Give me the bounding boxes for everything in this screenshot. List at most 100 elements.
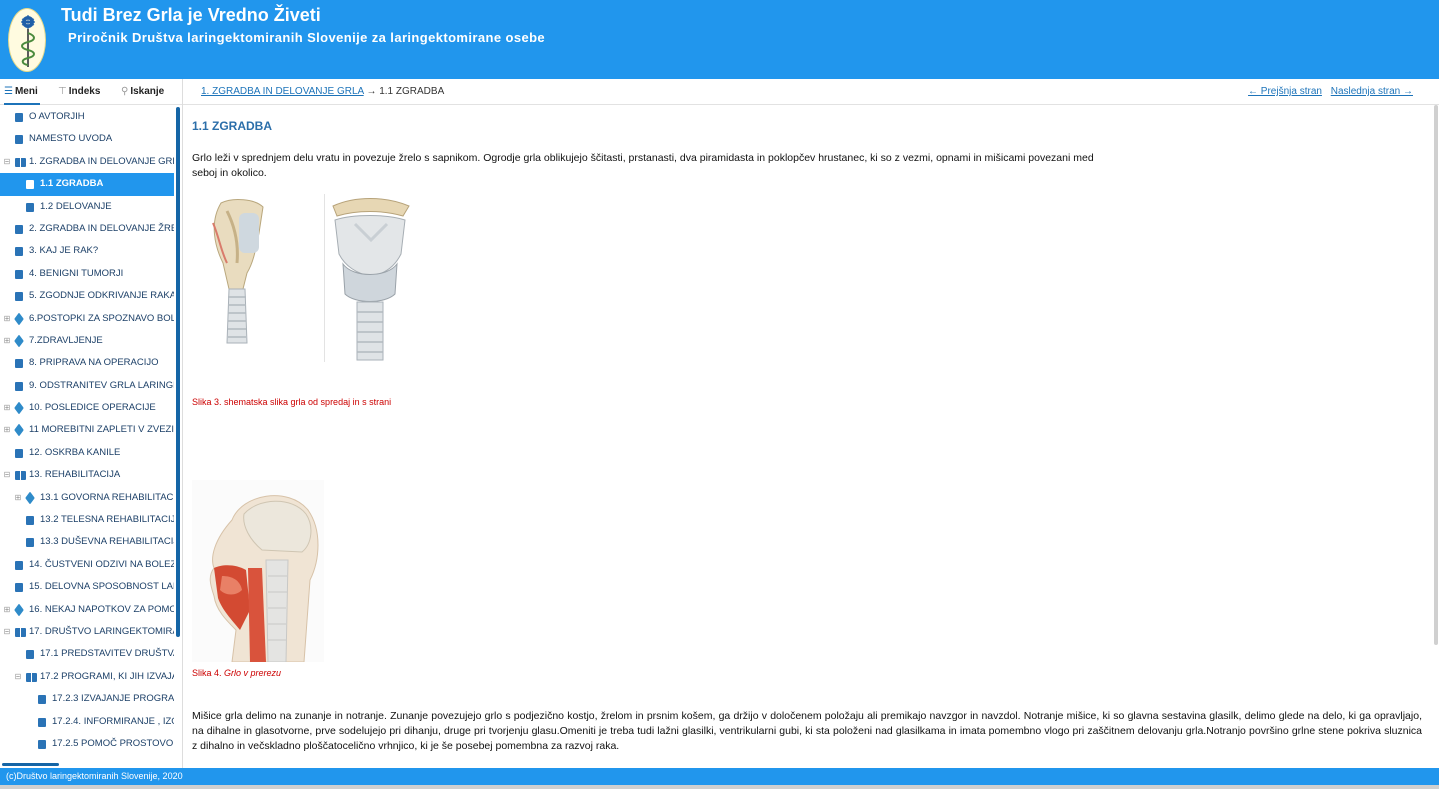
- nav-item[interactable]: ⊞ 11 MOREBITNI ZAPLETI V ZVEZI: [0, 419, 174, 441]
- nav-item[interactable]: 17.2.4. INFORMIRANJE , IZOBRAŽEVANJE: [0, 711, 174, 733]
- nav-item-label: 1. ZGRADBA IN DELOVANJE GRLA: [29, 155, 174, 167]
- nav-item[interactable]: 17.2.3 IZVAJANJE PROGRAMA: [0, 688, 174, 710]
- closed-book-icon: [14, 312, 24, 325]
- page-icon: [15, 448, 23, 458]
- sidebar-tabs: ☰ Meni ⊤ Indeks ⚲ Iskanje: [0, 79, 183, 105]
- intro-paragraph: Grlo leži v sprednjem delu vratu in pove…: [192, 152, 1094, 179]
- content-pane: 1.1 ZGRADBA Grlo leži v sprednjem delu v…: [183, 105, 1439, 768]
- nav-item[interactable]: 17.1 PREDSTAVITEV DRUŠTVA: [0, 643, 174, 665]
- pager: ← Prejšnja stran Naslednja stran →: [1242, 79, 1413, 104]
- nav-item-label: 1.1 ZGRADBA: [40, 178, 104, 190]
- breadcrumb-separator: →: [366, 86, 377, 97]
- collapse-icon[interactable]: ⊟: [14, 666, 22, 688]
- muscles-paragraph: Mišice grla delimo na zunanje in notranj…: [192, 710, 1422, 752]
- list-icon: ☰: [4, 86, 13, 97]
- figure-3-caption: Slika 3. shematska slika grla od spredaj…: [192, 397, 392, 407]
- nav-item[interactable]: 12. OSKRBA KANILE: [0, 442, 174, 464]
- page-icon: [26, 180, 34, 190]
- nav-item-label: 17.2.3 IZVAJANJE PROGRAMA: [52, 693, 174, 705]
- page-icon: [15, 113, 23, 122]
- nav-item[interactable]: NAMESTO UVODA: [0, 128, 174, 150]
- nav-item-label: 6.POSTOPKI ZA SPOZNAVO BOLEZNI: [29, 312, 174, 324]
- larynx-cross-section-image: [192, 480, 324, 663]
- closed-book-icon: [14, 603, 24, 617]
- nav-item-label: 2. ZGRADBA IN DELOVANJE ŽRELA: [29, 222, 174, 234]
- page-icon: [15, 247, 23, 257]
- nav-item-label: 13.3 DUŠEVNA REHABILITACIJA: [40, 536, 174, 548]
- page-icon: [26, 516, 34, 526]
- nav-item[interactable]: 17.2.5 POMOČ PROSTOVOLJCEV: [0, 733, 174, 755]
- tab-search[interactable]: ⚲ Iskanje: [121, 79, 164, 105]
- closed-book-icon: [14, 334, 24, 348]
- nav-item[interactable]: ⊟ 17. DRUŠTVO LARINGEKTOMIRANIH: [0, 621, 174, 643]
- expand-icon[interactable]: ⊞: [3, 397, 11, 419]
- nav-item-label: 17.2.5 POMOČ PROSTOVOLJCEV: [52, 737, 174, 749]
- breadcrumb-link-chapter[interactable]: 1. ZGRADBA IN DELOVANJE GRLA: [201, 86, 364, 97]
- nav-item[interactable]: 5. ZGODNJE ODKRIVANJE RAKA: [0, 285, 174, 307]
- page-icon: [38, 739, 46, 749]
- open-book-icon: [15, 157, 26, 167]
- page-icon: [15, 135, 23, 145]
- collapse-icon[interactable]: ⊟: [3, 151, 11, 173]
- expand-icon[interactable]: ⊞: [3, 419, 11, 441]
- nav-item[interactable]: 13.3 DUŠEVNA REHABILITACIJA: [0, 531, 174, 553]
- nav-item-label: 17.2.4. INFORMIRANJE , IZOBRAŽEVANJE: [52, 715, 174, 727]
- breadcrumb-current: 1.1 ZGRADBA: [379, 86, 445, 97]
- nav-item-label: 13. REHABILITACIJA: [29, 469, 121, 481]
- expand-icon[interactable]: ⊞: [3, 330, 11, 352]
- nav-item[interactable]: 13.2 TELESNA REHABILITACIJA: [0, 509, 174, 531]
- nav-item[interactable]: ⊞ 16. NEKAJ NAPOTKOV ZA POMOČ: [0, 599, 174, 621]
- page-icon: [15, 583, 23, 593]
- figure-4-caption: Slika 4. Grlo v prerezu: [192, 668, 281, 678]
- app-title: Tudi Brez Grla je Vredno Živeti: [61, 5, 321, 25]
- sidebar-scrollbar[interactable]: [176, 107, 180, 637]
- nav-tree: O AVTORJIH NAMESTO UVODA ⊟ 1. ZGRADBA IN DE…: [0, 106, 174, 755]
- sidebar-horizontal-scrollbar[interactable]: [2, 763, 59, 766]
- expand-icon[interactable]: ⊞: [3, 599, 11, 621]
- open-book-icon: [15, 627, 26, 637]
- tab-index[interactable]: ⊤ Indeks: [58, 79, 100, 105]
- nav-item-label: 9. ODSTRANITEV GRLA LARINGEKTOMIJA: [29, 379, 174, 391]
- nav-item-label: 3. KAJ JE RAK?: [29, 245, 99, 257]
- collapse-icon[interactable]: ⊟: [3, 621, 11, 643]
- tab-menu[interactable]: ☰ Meni: [4, 79, 40, 105]
- expand-icon[interactable]: ⊞: [3, 308, 11, 330]
- nav-item[interactable]: 4. BENIGNI TUMORJI: [0, 263, 174, 285]
- page-icon: [15, 224, 23, 234]
- nav-item[interactable]: ⊞ 10. POSLEDICE OPERACIJE: [0, 397, 174, 419]
- app-header: Tudi Brez Grla je Vredno Živeti Priročni…: [0, 0, 1439, 79]
- nav-item[interactable]: 1.2 DELOVANJE: [0, 196, 174, 218]
- previous-page-link[interactable]: ← Prejšnja stran: [1248, 86, 1322, 97]
- page-icon: [38, 717, 46, 727]
- expand-icon[interactable]: ⊞: [14, 487, 22, 509]
- nav-item[interactable]: 15. DELOVNA SPOSOBNOST LARINGEKTOMIRANIH: [0, 576, 174, 598]
- nav-item-label: 13.1 GOVORNA REHABILITACIJA: [40, 491, 174, 503]
- nav-item[interactable]: ⊞ 13.1 GOVORNA REHABILITACIJA: [0, 487, 174, 509]
- page-icon: [26, 650, 34, 660]
- nav-item-label: 1.2 DELOVANJE: [40, 200, 112, 212]
- nav-item[interactable]: O AVTORJIH: [0, 106, 174, 128]
- open-book-icon: [15, 471, 26, 481]
- nav-item[interactable]: ⊞ 7.ZDRAVLJENJE: [0, 330, 174, 352]
- nav-item[interactable]: ⊟ 13. REHABILITACIJA: [0, 464, 174, 486]
- nav-item[interactable]: ⊟ 17.2 PROGRAMI, KI JIH IZVAJA: [0, 666, 174, 688]
- toolbar: ☰ Meni ⊤ Indeks ⚲ Iskanje 1. ZGRADBA IN DEL…: [0, 79, 1439, 105]
- pin-icon: ⊤: [58, 86, 67, 97]
- nav-item[interactable]: 3. KAJ JE RAK?: [0, 240, 174, 262]
- nav-item[interactable]: ⊞ 6.POSTOPKI ZA SPOZNAVO BOLEZNI: [0, 308, 174, 330]
- tab-menu-label: Meni: [14, 86, 38, 97]
- nav-item-label: O AVTORJIH: [29, 111, 85, 122]
- page-icon: [15, 359, 23, 369]
- nav-item[interactable]: 2. ZGRADBA IN DELOVANJE ŽRELA: [0, 218, 174, 240]
- content-scrollbar[interactable]: [1434, 105, 1438, 645]
- page-icon: [15, 560, 23, 570]
- nav-item[interactable]: 14. ČUSTVENI ODZIVI NA BOLEZEN: [0, 554, 174, 576]
- nav-item[interactable]: 9. ODSTRANITEV GRLA LARINGEKTOMIJA: [0, 375, 174, 397]
- nav-item[interactable]: ⊟ 1. ZGRADBA IN DELOVANJE GRLA: [0, 151, 174, 173]
- magnifier-icon: ⚲: [121, 86, 129, 97]
- collapse-icon[interactable]: ⊟: [3, 464, 11, 486]
- nav-item[interactable]: 1.1 ZGRADBA: [0, 173, 174, 196]
- nav-item[interactable]: 8. PRIPRAVA NA OPERACIJO: [0, 352, 174, 374]
- next-page-link[interactable]: Naslednja stran →: [1331, 86, 1413, 97]
- nav-item-label: 15. DELOVNA SPOSOBNOST LARINGEKTOMIRANIH: [29, 581, 174, 593]
